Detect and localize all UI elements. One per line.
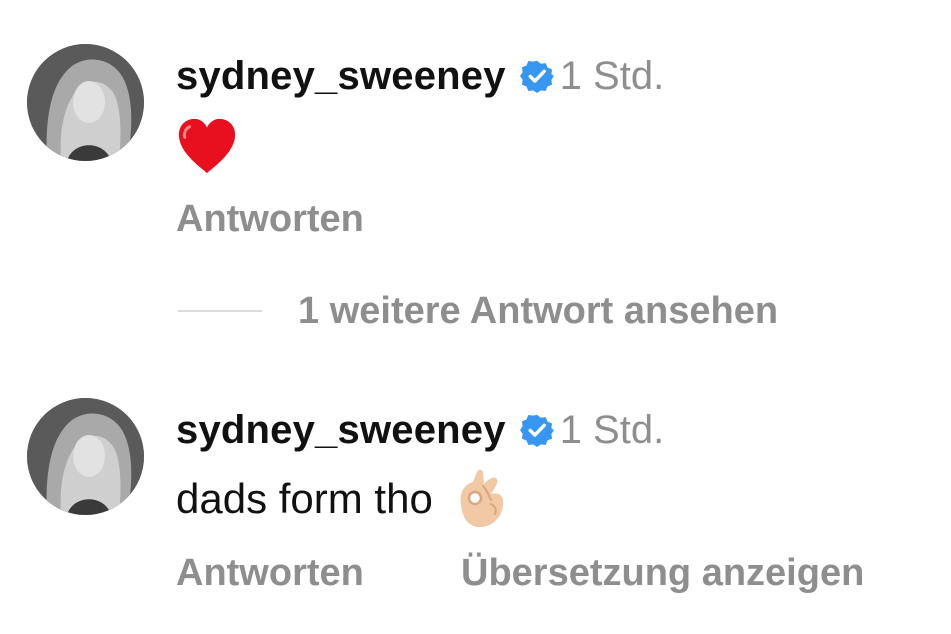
comment-text xyxy=(176,116,238,176)
reply-button[interactable]: Antworten xyxy=(176,198,364,241)
comment-header: sydney_sweeney 1 Std. xyxy=(176,50,664,102)
verified-badge-icon xyxy=(519,413,554,447)
comment-text: dads form tho xyxy=(176,466,507,532)
timestamp: 1 Std. xyxy=(559,407,665,452)
reply-button[interactable]: Antworten xyxy=(176,552,364,595)
view-more-replies-label: 1 weitere Antwort ansehen xyxy=(298,289,779,332)
show-translation-button[interactable]: Übersetzung anzeigen xyxy=(461,552,864,595)
timestamp: 1 Std. xyxy=(559,53,665,98)
comment-header: sydney_sweeney 1 Std. xyxy=(176,404,664,456)
profile-photo-icon xyxy=(27,398,144,515)
profile-photo-icon xyxy=(27,44,144,161)
username[interactable]: sydney_sweeney xyxy=(176,408,506,453)
comment-body: dads form tho xyxy=(176,475,433,522)
avatar[interactable] xyxy=(27,44,144,161)
verified-badge-icon xyxy=(519,59,554,93)
red-heart-emoji-icon xyxy=(176,117,238,175)
comment-2: sydney_sweeney 1 Std. dads form tho Antw… xyxy=(0,380,951,634)
thread-divider xyxy=(178,310,262,312)
view-more-replies-button[interactable]: 1 weitere Antwort ansehen xyxy=(178,286,778,336)
avatar[interactable] xyxy=(27,398,144,515)
comment-1: sydney_sweeney 1 Std. Antworten xyxy=(0,0,951,260)
ok-hand-emoji-icon xyxy=(453,468,507,530)
username[interactable]: sydney_sweeney xyxy=(176,54,506,99)
